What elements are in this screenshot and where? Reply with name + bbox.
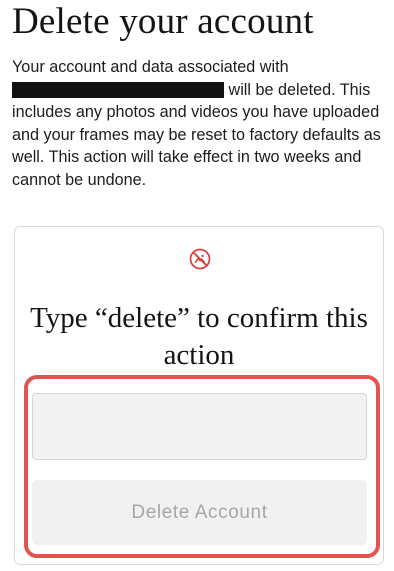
description-part-1: Your account and data associated with <box>12 58 289 76</box>
redacted-email <box>12 81 224 98</box>
delete-account-page: Delete your account Your account and dat… <box>0 0 394 571</box>
confirm-delete-input[interactable] <box>32 393 367 460</box>
confirm-heading: Type “delete” to confirm this action <box>30 302 368 371</box>
page-description: Your account and data associated with wi… <box>12 56 384 191</box>
delete-account-button[interactable]: Delete Account <box>32 480 367 545</box>
no-photo-icon <box>189 248 211 270</box>
page-title: Delete your account <box>12 1 314 42</box>
